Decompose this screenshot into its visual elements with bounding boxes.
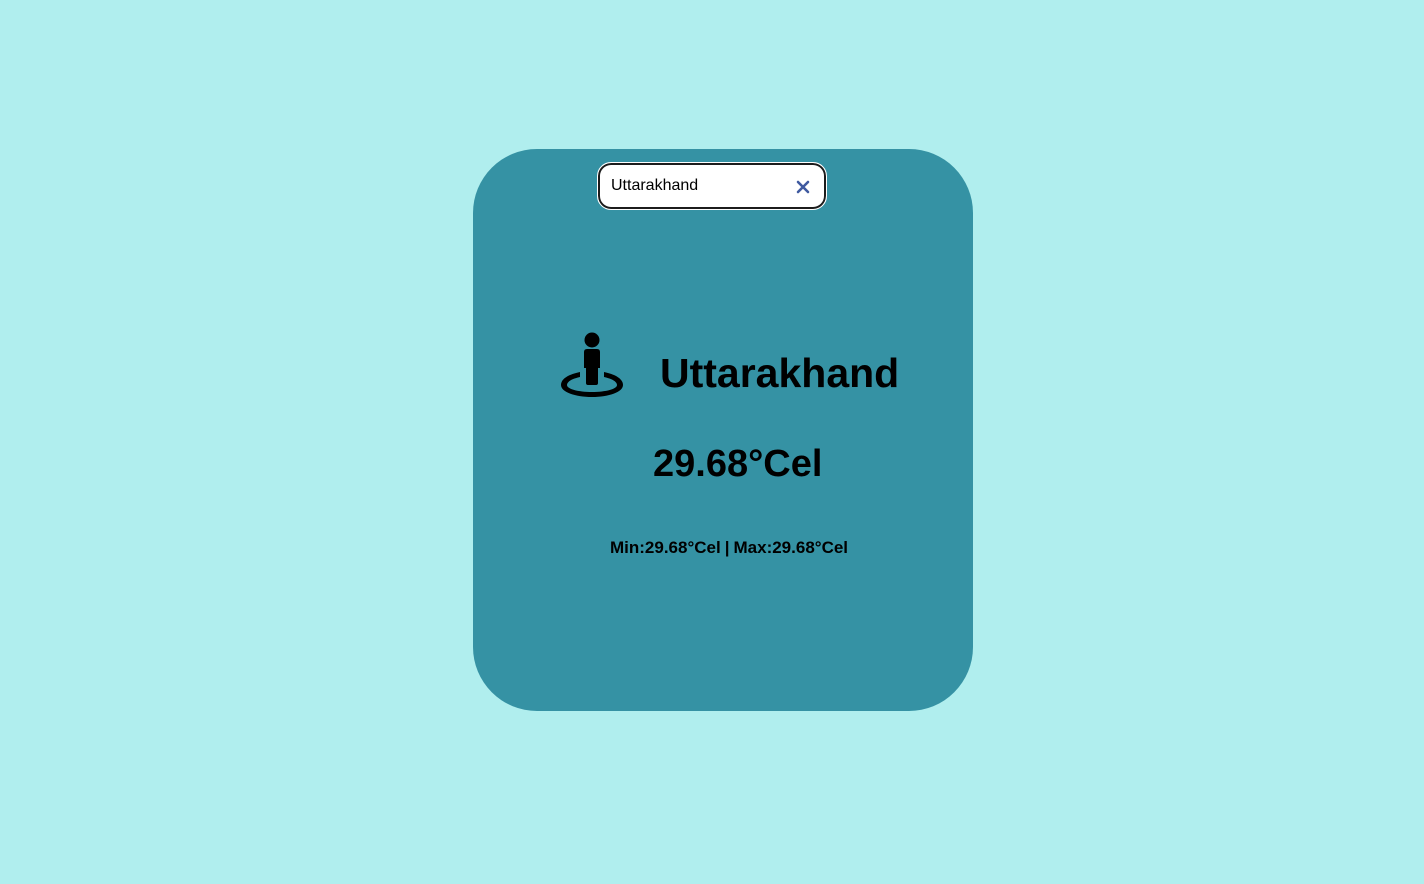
min-temperature: Min:29.68°Cel xyxy=(610,538,721,557)
close-icon[interactable] xyxy=(794,178,812,196)
search-box[interactable] xyxy=(597,162,827,210)
current-temperature: 29.68°Cel xyxy=(653,443,823,485)
city-name: Uttarakhand xyxy=(660,350,900,396)
weather-card: Uttarakhand 29.68°Cel Min:29.68°Cel|Max:… xyxy=(473,149,973,711)
street-view-icon xyxy=(561,332,623,397)
min-max-separator: | xyxy=(724,538,730,557)
max-temperature: Max:29.68°Cel xyxy=(733,538,849,557)
min-max-temperature: Min:29.68°Cel | Max:29.68°Cel xyxy=(610,537,848,559)
search-input[interactable] xyxy=(611,175,786,197)
